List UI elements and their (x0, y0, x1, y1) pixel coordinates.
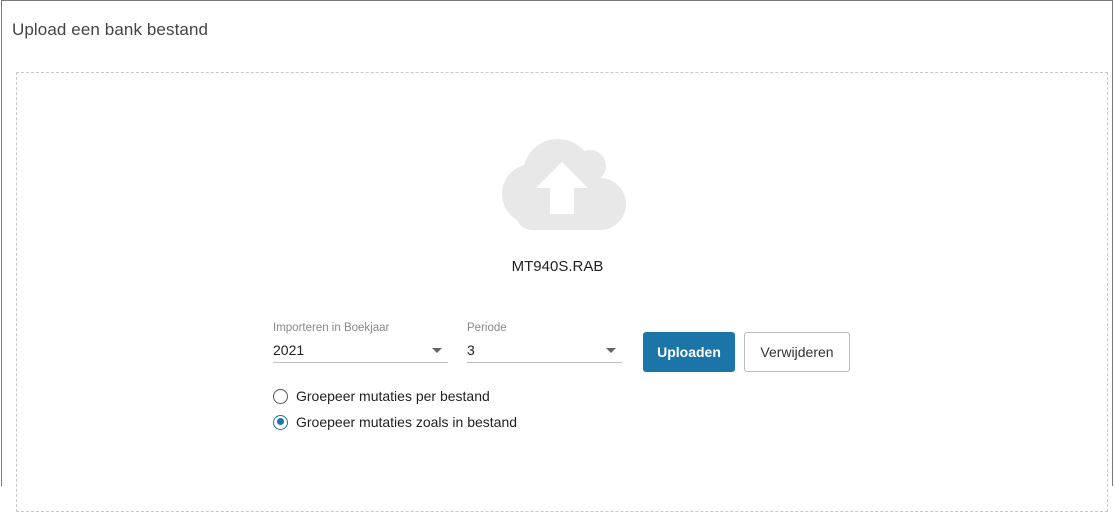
cloud-upload-icon (502, 139, 626, 230)
upload-panel: Upload een bank bestand (1, 0, 1113, 512)
remove-button[interactable]: Verwijderen (744, 332, 850, 372)
radio-group-as-in-file[interactable]: Groepeer mutaties zoals in bestand (273, 414, 517, 430)
panel-title: Upload een bank bestand (12, 20, 209, 39)
radio-as-in-file-label: Groepeer mutaties zoals in bestand (296, 414, 518, 430)
period-select[interactable]: 3 (467, 337, 622, 363)
period-value: 3 (467, 342, 475, 358)
radio-as-in-file[interactable] (273, 414, 288, 430)
radio-per-file-label: Groepeer mutaties per bestand (296, 388, 490, 404)
year-select[interactable]: 2021 (273, 337, 448, 363)
upload-button[interactable]: Uploaden (643, 332, 735, 372)
chevron-down-icon (606, 348, 616, 353)
period-field: Periode 3 (467, 322, 622, 364)
year-label: Importeren in Boekjaar (273, 322, 390, 334)
period-label: Periode (467, 322, 507, 334)
chevron-down-icon (432, 348, 442, 353)
radio-group-per-file[interactable]: Groepeer mutaties per bestand (273, 388, 490, 404)
year-field: Importeren in Boekjaar 2021 (273, 322, 448, 364)
year-value: 2021 (273, 342, 305, 358)
radio-per-file[interactable] (273, 388, 288, 404)
selected-filename: MT940S.RAB (511, 258, 604, 275)
